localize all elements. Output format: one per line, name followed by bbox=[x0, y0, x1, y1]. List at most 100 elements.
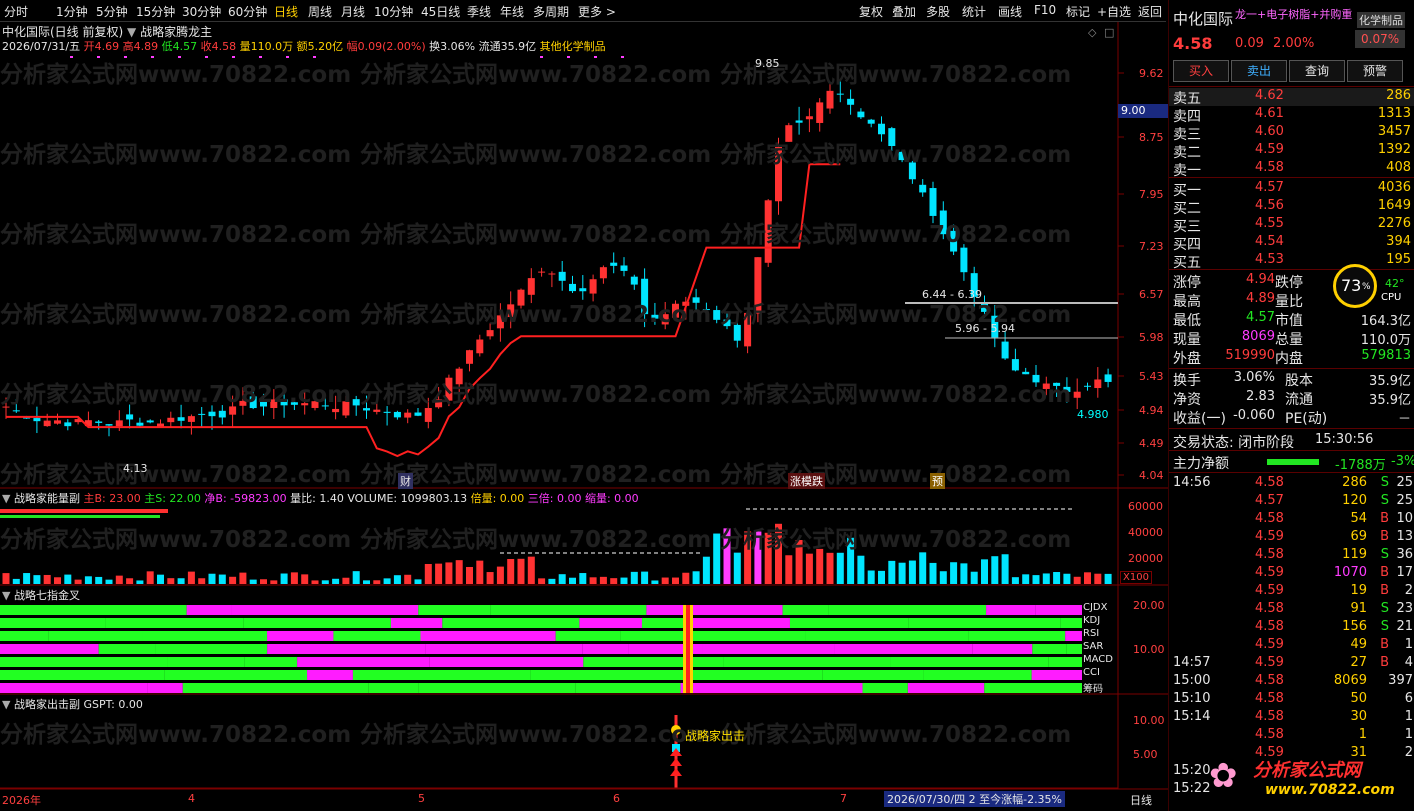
candle-body[interactable] bbox=[1073, 391, 1081, 398]
tab-multi-period[interactable]: 多周期 bbox=[533, 3, 569, 20]
candle-body[interactable] bbox=[579, 288, 587, 292]
add-watchlist-button[interactable]: +自选 bbox=[1097, 3, 1131, 20]
tab-daily[interactable]: 日线 bbox=[274, 3, 298, 20]
candle-body[interactable] bbox=[1022, 371, 1030, 375]
bid-level[interactable]: 买五 4.53 195 bbox=[1169, 252, 1414, 271]
candle-body[interactable] bbox=[352, 399, 360, 406]
overlay-button[interactable]: 叠加 bbox=[892, 3, 916, 20]
volume-panel-name[interactable]: 战略家能量副 bbox=[14, 492, 80, 505]
tab-weekly[interactable]: 周线 bbox=[308, 3, 332, 20]
tab-60min[interactable]: 60分钟 bbox=[228, 3, 267, 20]
panel-icon[interactable]: ▼ bbox=[2, 492, 10, 505]
tab-45day[interactable]: 45日线 bbox=[421, 3, 460, 20]
candle-body[interactable] bbox=[805, 116, 813, 120]
stats-button[interactable]: 统计 bbox=[962, 3, 986, 20]
bid-level[interactable]: 买一 4.57 4036 bbox=[1169, 180, 1414, 199]
candle-body[interactable] bbox=[54, 420, 61, 424]
candle-body[interactable] bbox=[1001, 341, 1009, 359]
query-button[interactable]: 查询 bbox=[1289, 60, 1345, 82]
strike-panel-name[interactable]: 战略家出击副 bbox=[14, 698, 80, 711]
candle-body[interactable] bbox=[126, 414, 134, 420]
candle-body[interactable] bbox=[847, 98, 855, 105]
candle-body[interactable] bbox=[146, 420, 154, 423]
tab-30min[interactable]: 30分钟 bbox=[182, 3, 221, 20]
bid-level[interactable]: 买二 4.56 1649 bbox=[1169, 198, 1414, 217]
candle-body[interactable] bbox=[198, 413, 206, 415]
candle-body[interactable] bbox=[115, 420, 123, 427]
candle-body[interactable] bbox=[527, 278, 535, 295]
candle-body[interactable] bbox=[836, 93, 844, 95]
tab-more[interactable]: 更多 > bbox=[578, 3, 616, 20]
candle-body[interactable] bbox=[43, 420, 51, 427]
tab-year[interactable]: 年线 bbox=[500, 3, 524, 20]
candle-body[interactable] bbox=[795, 120, 803, 123]
candle-body[interactable] bbox=[33, 418, 41, 422]
period-label[interactable]: 日线 bbox=[1130, 792, 1152, 808]
candle-body[interactable] bbox=[424, 408, 432, 422]
candle-body[interactable] bbox=[620, 265, 628, 271]
window-icon[interactable]: □ bbox=[1104, 26, 1114, 39]
tab-season[interactable]: 季线 bbox=[467, 3, 491, 20]
candle-body[interactable] bbox=[486, 330, 494, 337]
tab-10min[interactable]: 10分钟 bbox=[374, 3, 413, 20]
candle-body[interactable] bbox=[167, 417, 175, 423]
candle-body[interactable] bbox=[12, 410, 20, 412]
concept-tags[interactable]: 龙一+电子树脂+并购重 bbox=[1235, 6, 1352, 22]
ask-level[interactable]: 卖三 4.60 3457 bbox=[1169, 124, 1414, 143]
bid-level[interactable]: 买三 4.55 2276 bbox=[1169, 216, 1414, 235]
candle-body[interactable] bbox=[569, 283, 576, 292]
candle-body[interactable] bbox=[95, 421, 103, 423]
mark-button[interactable]: 标记 bbox=[1066, 3, 1090, 20]
candle-body[interactable] bbox=[599, 267, 607, 279]
candle-body[interactable] bbox=[630, 276, 638, 285]
candle-body[interactable] bbox=[816, 102, 824, 123]
ask-level[interactable]: 卖一 4.58 408 bbox=[1169, 160, 1414, 179]
tab-fenshi[interactable]: 分时 bbox=[4, 3, 28, 20]
finance-marker[interactable]: 财 bbox=[398, 473, 413, 489]
candle-body[interactable] bbox=[929, 188, 937, 216]
candle-body[interactable] bbox=[476, 339, 484, 354]
candle-body[interactable] bbox=[466, 350, 473, 364]
candle-body[interactable] bbox=[589, 279, 597, 294]
candle-body[interactable] bbox=[187, 416, 195, 422]
candle-body[interactable] bbox=[332, 408, 340, 413]
candle-body[interactable] bbox=[404, 412, 412, 418]
candle-body[interactable] bbox=[64, 422, 72, 427]
candle-body[interactable] bbox=[558, 271, 566, 281]
candle-body[interactable] bbox=[136, 422, 144, 426]
dropdown-icon[interactable]: ▼ bbox=[127, 25, 136, 39]
draw-line-button[interactable]: 画线 bbox=[998, 3, 1022, 20]
diamond-icon[interactable]: ◇ bbox=[1088, 26, 1096, 39]
candle-body[interactable] bbox=[1104, 374, 1112, 382]
ask-level[interactable]: 卖二 4.59 1392 bbox=[1169, 142, 1414, 161]
limit-marker[interactable]: 涨模跌 bbox=[788, 473, 825, 489]
candle-body[interactable] bbox=[218, 410, 226, 418]
sell-button[interactable]: 卖出 bbox=[1231, 60, 1287, 82]
f10-button[interactable]: F10 bbox=[1034, 3, 1056, 17]
candle-body[interactable] bbox=[878, 123, 885, 135]
tab-5min[interactable]: 5分钟 bbox=[96, 3, 128, 20]
candle-body[interactable] bbox=[393, 411, 401, 418]
candle-body[interactable] bbox=[548, 273, 556, 275]
candle-body[interactable] bbox=[177, 417, 185, 421]
panel-icon[interactable]: ▼ bbox=[2, 698, 10, 711]
tab-monthly[interactable]: 月线 bbox=[341, 3, 365, 20]
candle-body[interactable] bbox=[826, 90, 834, 109]
candle-body[interactable] bbox=[414, 412, 422, 416]
seven-panel-name[interactable]: 战略七指金叉 bbox=[14, 589, 80, 602]
candle-body[interactable] bbox=[538, 271, 546, 273]
candle-body[interactable] bbox=[373, 409, 381, 412]
candle-body[interactable] bbox=[105, 424, 113, 426]
tab-1min[interactable]: 1分钟 bbox=[56, 3, 88, 20]
bid-level[interactable]: 买四 4.54 394 bbox=[1169, 234, 1414, 253]
ask-level[interactable]: 卖四 4.61 1313 bbox=[1169, 106, 1414, 125]
restore-button[interactable]: 复权 bbox=[859, 3, 883, 20]
forecast-marker[interactable]: 预 bbox=[930, 473, 945, 489]
indicator-name[interactable]: 战略家腾龙主 bbox=[140, 25, 212, 39]
ask-level[interactable]: 卖五 4.62 286 bbox=[1169, 88, 1414, 107]
candle-body[interactable] bbox=[919, 184, 927, 193]
candle-body[interactable] bbox=[1011, 359, 1019, 371]
candle-body[interactable] bbox=[610, 262, 618, 266]
candle-body[interactable] bbox=[1084, 385, 1091, 387]
candle-body[interactable] bbox=[867, 119, 875, 124]
